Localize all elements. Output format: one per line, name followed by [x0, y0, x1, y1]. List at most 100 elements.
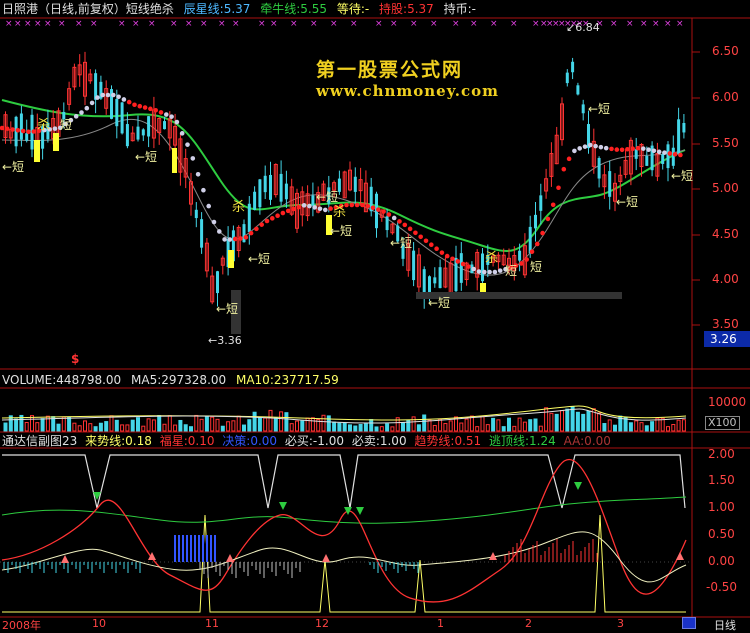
volume-bar: [491, 417, 496, 432]
volume-bar: [247, 419, 252, 432]
bibuy-line: [2, 514, 686, 613]
candle-body: [581, 104, 585, 114]
volume-bar: [236, 415, 241, 432]
volume-bar: [279, 411, 284, 432]
trend-dot: [413, 230, 418, 236]
header-item-hold: 持股:5.37: [379, 2, 434, 16]
volume-bar: [575, 411, 580, 432]
candle-body: [677, 119, 681, 155]
trend-dot: [232, 236, 238, 242]
trend-dot: [381, 209, 386, 214]
trend-dot: [52, 126, 58, 131]
trend-dot: [646, 147, 651, 153]
trend-dot: [238, 236, 243, 241]
trend-dot: [73, 114, 79, 119]
candle-body: [147, 116, 151, 137]
trend-dot: [418, 234, 424, 240]
trend-dot: [439, 250, 445, 255]
scroll-button[interactable]: [682, 617, 696, 629]
trend-dot: [195, 172, 201, 177]
volume-bar: [650, 421, 655, 432]
trend-dot: [148, 106, 153, 112]
date-axis: 2008年 10 11 12 1 2 3 日线: [0, 617, 750, 632]
volume-bar: [522, 421, 527, 432]
trend-dot: [460, 261, 466, 267]
signal-bar: [34, 140, 40, 162]
trend-dot: [206, 203, 211, 209]
volume-bar: [257, 416, 262, 432]
trend-dot: [158, 110, 164, 115]
indicator-bimai: 必买:-1.00: [284, 434, 344, 448]
volume-bar: [189, 426, 193, 432]
indicator-name: 通达信副图23: [2, 434, 78, 448]
candle-body: [459, 253, 463, 283]
volume-bar: [517, 417, 522, 432]
trend-dot: [174, 119, 180, 125]
candle-body: [25, 133, 29, 141]
trend-dot: [370, 205, 376, 211]
trend-dot: [482, 269, 487, 275]
trend-dot: [360, 202, 365, 208]
volume-bar: [88, 423, 93, 432]
buy-arrow: [489, 552, 497, 560]
signal-x-marker: ×: [14, 19, 22, 29]
volume-bar: [416, 424, 421, 432]
volume-bar: [146, 418, 151, 432]
trend-dot: [349, 202, 355, 208]
trend-dot: [312, 205, 318, 210]
trend-dot: [492, 269, 498, 275]
trend-dot: [31, 129, 37, 134]
trend-dot: [354, 202, 360, 208]
indicator-bimai2: 必卖:1.00: [351, 434, 407, 448]
volume-bar: [613, 424, 617, 432]
trend-dot: [471, 266, 477, 272]
price-tick: 6.00: [712, 90, 739, 104]
volume-bar: [130, 419, 135, 432]
volume-bar: [459, 422, 464, 432]
trend-dot: [540, 230, 545, 236]
candle-body: [666, 144, 670, 169]
volume-bar: [125, 424, 130, 432]
volume-bar: [173, 424, 178, 432]
candle-body: [19, 113, 23, 140]
candle-body: [645, 155, 649, 166]
trend-dot: [656, 149, 662, 155]
trend-dot: [296, 204, 302, 210]
trend-dot: [678, 152, 683, 158]
volume-label: VOLUME:448798.00: [2, 373, 122, 387]
trend-dot: [429, 242, 434, 248]
volume-bar: [3, 422, 8, 432]
candle-body: [565, 72, 569, 84]
signal-x-marker: ×: [148, 19, 156, 29]
volume-bar: [639, 422, 644, 432]
volume-bar: [268, 409, 273, 432]
trend-dot: [402, 222, 408, 228]
signal-x-marker: ×: [330, 19, 338, 29]
trend-dot: [190, 156, 196, 161]
volume-bar: [242, 424, 246, 432]
date-label: 10: [92, 617, 106, 630]
trend-dot: [5, 126, 10, 132]
candle-body: [528, 226, 532, 254]
indicator-tick: 1.00: [708, 500, 735, 514]
volume-bar: [136, 417, 140, 432]
trend-dot: [243, 235, 249, 240]
trend-dot: [609, 146, 614, 152]
trend-dot: [254, 226, 259, 232]
signal-x-marker: ×: [610, 19, 618, 29]
trend-dot: [550, 202, 556, 208]
price-tick: 3.50: [712, 317, 739, 331]
volume-bar: [443, 423, 448, 432]
signal-x-marker: ×: [24, 19, 32, 29]
short-signal: ←短: [616, 195, 639, 209]
indicator-qushi: 趋势线:0.51: [414, 434, 482, 448]
trend-dot: [434, 246, 439, 251]
candle-body: [433, 277, 437, 284]
volume-bar: [671, 423, 676, 432]
volume-bar: [507, 417, 511, 432]
short-signal: ←短: [135, 150, 158, 164]
trend-dot: [164, 112, 169, 117]
laishi-line: [1, 531, 687, 583]
trend-dot: [376, 207, 381, 212]
signal-x-marker: ×: [350, 19, 358, 29]
